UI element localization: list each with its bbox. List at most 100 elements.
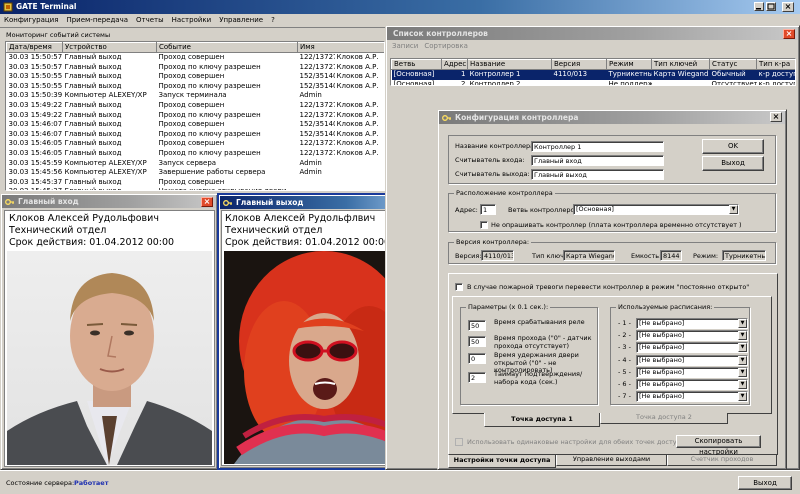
chevron-down-icon[interactable]: ▼	[729, 205, 738, 214]
config-close-button[interactable]: ×	[770, 112, 782, 122]
entry-card-close-button[interactable]: ×	[201, 197, 213, 207]
same-settings-checkbox[interactable]	[455, 438, 463, 446]
schedule-select[interactable]: [Не выбрано] ▼	[636, 391, 748, 403]
version-value: 4110/013	[481, 250, 514, 261]
tab-access-point-1[interactable]: Точка доступа 1	[484, 413, 600, 427]
copy-settings-button[interactable]: Скопировать настройки	[676, 435, 761, 456]
schedule-select[interactable]: [Не выбрано] ▼	[636, 354, 748, 366]
col-name[interactable]: Имя	[296, 42, 384, 53]
schedule-select[interactable]: [Не выбрано] ▼	[636, 330, 748, 342]
menu-reports[interactable]: Отчеты	[132, 14, 168, 26]
col-datetime[interactable]: Дата/время	[6, 42, 63, 53]
chevron-down-icon[interactable]: ▼	[738, 355, 747, 365]
close-icon: ×	[784, 2, 792, 11]
schedule-select[interactable]: [Не выбрано] ▼	[636, 318, 748, 329]
controllers-menu-bar: Записи Сортировка	[389, 41, 471, 51]
param-input[interactable]: 50	[468, 320, 486, 331]
no-poll-checkbox[interactable]	[480, 221, 488, 229]
menu-settings[interactable]: Настройки	[168, 14, 216, 26]
controllers-close-button[interactable]: ×	[783, 29, 795, 39]
table-cell: Главный выход	[64, 148, 122, 157]
chevron-down-icon[interactable]: ▼	[738, 331, 747, 341]
controllers-column-header[interactable]: Ветвь	[391, 59, 442, 70]
param-label: Таймаут подтверждения/ набора кода (сек.…	[494, 370, 583, 386]
menu-transfer[interactable]: Прием-передача	[62, 14, 132, 26]
table-cell: [Основная]	[391, 69, 442, 80]
table-cell	[335, 159, 385, 169]
controllers-column-header[interactable]: Режим	[606, 59, 652, 70]
minimize-button[interactable]	[754, 2, 764, 11]
chevron-down-icon[interactable]: ▼	[738, 319, 747, 328]
menu-help[interactable]: ?	[267, 14, 279, 26]
table-row[interactable]: 30.03 15:50:55 Главный выход Проход соверш…	[7, 72, 385, 82]
table-row[interactable]: 30.03 15:46:05 Главный выход Проход по клю…	[7, 148, 385, 159]
status-bar: Состояние сервера: Работает Выход	[0, 470, 800, 494]
menu-sorting[interactable]: Сортировка	[421, 42, 471, 50]
controllers-table[interactable]: Ветвь Адрес Название Версия Режим Тип ключей С…	[390, 58, 796, 86]
table-row[interactable]: 30.03 15:45:37Главный выходНажата кнопка…	[7, 187, 385, 190]
param-input[interactable]: 0	[468, 353, 486, 364]
schedule-select[interactable]: [Не выбрано] ▼	[636, 342, 748, 354]
table-cell: Admin	[299, 91, 322, 100]
address-input[interactable]: 1	[480, 204, 496, 215]
controllers-column-header[interactable]: Адрес	[441, 59, 468, 70]
controllers-column-header[interactable]: Название	[467, 59, 552, 70]
table-row[interactable]: 30.03 15:50:57 Главный выход Проход соверш…	[7, 53, 385, 63]
tab-access-point-2[interactable]: Точка доступа 2	[600, 413, 728, 424]
chevron-down-icon[interactable]: ▼	[738, 380, 747, 389]
controllers-column-header[interactable]: Статус	[709, 59, 757, 70]
table-row[interactable]: 30.03 15:45:56 Компьютер ALEXEY/XP Заверше…	[7, 168, 385, 178]
chevron-down-icon[interactable]: ▼	[738, 367, 747, 377]
table-row[interactable]: 30.03 15:49:22 Главный выход Проход соверш…	[7, 100, 385, 111]
controllers-column-header[interactable]: Тип ключей	[651, 59, 710, 70]
col-device[interactable]: Устройство	[62, 42, 157, 53]
param-input[interactable]: 50	[468, 336, 486, 347]
reader-out-input[interactable]: Главный выход	[531, 169, 664, 180]
menu-configuration[interactable]: Конфигурация	[0, 14, 62, 26]
close-button[interactable]: ×	[782, 2, 794, 12]
tab-access-point-settings[interactable]: Настройки точки доступа	[448, 455, 556, 468]
tab-output-control[interactable]: Управление выходами	[556, 455, 667, 466]
table-row[interactable]: 30.03 15:46:07 Главный выход Проход соверш…	[7, 120, 385, 130]
table-cell: 4110/013	[551, 69, 607, 80]
table-row[interactable]: 30.03 15:50:57 Главный выход Проход по клю…	[7, 62, 385, 73]
table-row[interactable]: 30.03 15:46:05 Главный выход Проход соверш…	[7, 139, 385, 149]
table-row[interactable]: 30.03 15:49:22 Главный выход Проход по клю…	[7, 111, 385, 121]
chevron-down-icon[interactable]: ▼	[738, 392, 747, 402]
table-row[interactable]: 30.03 15:45:37 Главный выход Проход соверш…	[7, 178, 385, 188]
param-input[interactable]: 2	[468, 372, 486, 383]
table-cell: Проход совершен	[158, 139, 225, 148]
controller-row[interactable]: [Основная] 1 Контроллер 1 4110/013 Турникетн…	[391, 69, 795, 80]
schedule-select[interactable]: [Не выбрано] ▼	[636, 379, 748, 390]
table-cell: 122/13727	[299, 100, 335, 109]
table-cell: Контроллер 2	[469, 79, 521, 86]
keytype-value: Карта Wiegand	[563, 250, 615, 261]
table-row[interactable]: 30.03 15:50:55 Главный выход Проход по клю…	[7, 82, 385, 92]
main-exit-button[interactable]: Выход	[738, 476, 792, 490]
schedule-select[interactable]: [Не выбрано] ▼	[636, 366, 748, 378]
chevron-down-icon[interactable]: ▼	[738, 343, 747, 353]
controllers-column-header[interactable]: Тип к-ра	[756, 59, 795, 70]
branch-select[interactable]: [Основная] ▼	[573, 204, 739, 215]
col-event[interactable]: Событие	[156, 42, 298, 53]
menu-control[interactable]: Управление	[215, 14, 267, 26]
config-exit-button[interactable]: Выход	[702, 156, 764, 171]
reader-in-input[interactable]: Главный вход	[531, 155, 664, 166]
event-monitor-table[interactable]: Дата/время Устройство Событие Имя 30.03 …	[5, 41, 385, 191]
ok-button[interactable]: OK	[702, 139, 764, 154]
fire-alarm-checkbox[interactable]	[455, 283, 463, 291]
table-row[interactable]: 30.03 15:45:59 Компьютер ALEXEY/XP Запуск …	[7, 158, 385, 169]
maximize-button[interactable]	[766, 2, 776, 11]
table-cell: Проход по ключу разрешен	[158, 62, 261, 71]
schedule-value: [Не выбрано]	[639, 355, 685, 364]
controllers-column-header[interactable]: Версия	[551, 59, 607, 70]
table-row[interactable]: 30.03 15:46:07 Главный выход Проход по клю…	[7, 130, 385, 140]
menu-records[interactable]: Записи	[389, 42, 421, 50]
table-cell: Клоков А.Р.	[336, 53, 379, 61]
controller-row[interactable]: [Основная] 2 Контроллер 2 Не поддерж. Отсутс…	[392, 79, 796, 86]
table-row[interactable]: 30.03 15:50:39 Компьютер ALEXEY/XP Запуск …	[7, 91, 385, 101]
table-cell: Запуск сервера	[158, 158, 217, 167]
tab-pass-counter[interactable]: Счетчик проходов	[667, 455, 777, 466]
table-cell	[335, 187, 385, 190]
controller-name-input[interactable]: Контроллер 1	[531, 141, 664, 152]
